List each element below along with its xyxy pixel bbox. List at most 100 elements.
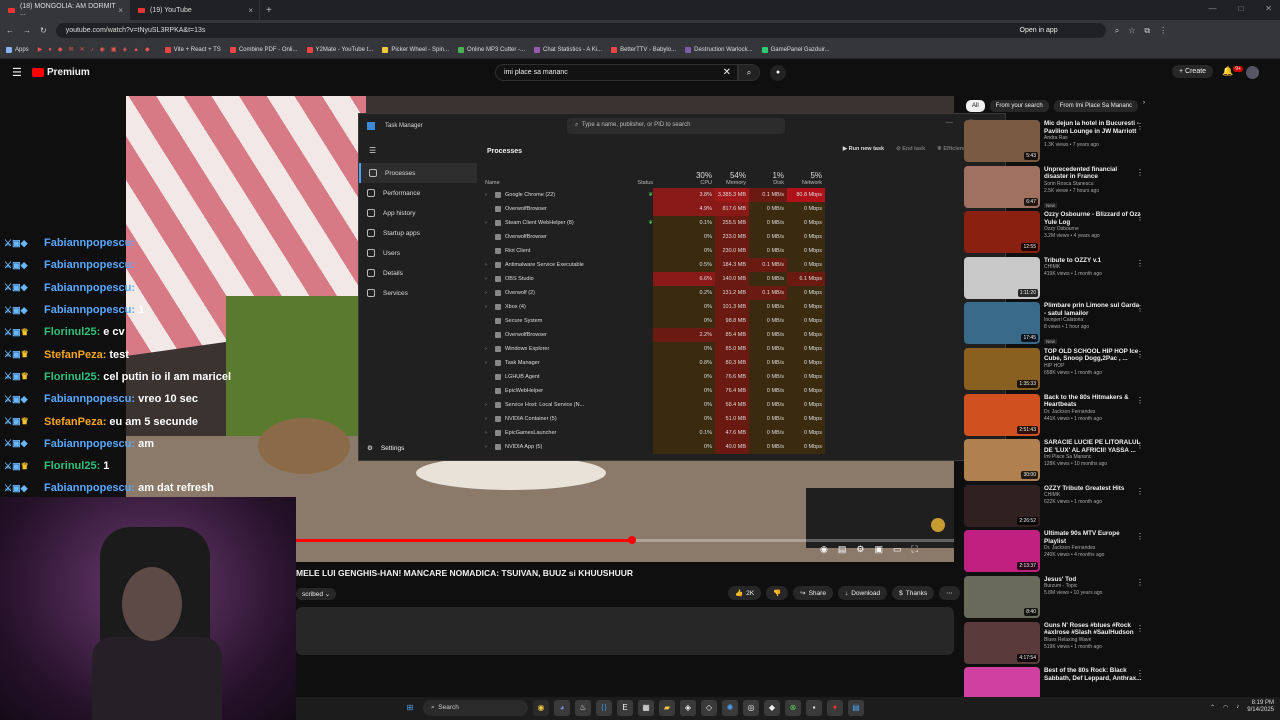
channel-name[interactable]: Burzum - Topic: [1044, 583, 1142, 590]
channel-name[interactable]: Imi Place Sa Mananc: [1044, 454, 1142, 461]
create-button[interactable]: + Create: [1172, 65, 1214, 78]
process-search-input[interactable]: ⌕ Type a name, publisher, or PID to sear…: [567, 118, 785, 134]
expand-chevron-icon[interactable]: ›: [485, 304, 491, 310]
video-title[interactable]: Ultimate 90s MTV Europe Playlist: [1044, 530, 1142, 545]
youtube-logo[interactable]: Premium: [32, 67, 90, 78]
hamburger-menu-icon[interactable]: ☰: [359, 138, 477, 163]
process-row[interactable]: › Google Chrome (22) ❦ 3.8% 3,385.3 MB 0.1 MB…: [483, 188, 1003, 202]
video-title[interactable]: SARACIE LUCIE PE LITORALUL DE 'LUX' AL A…: [1044, 439, 1142, 454]
bookmark-item[interactable]: Vite + React + TS: [164, 46, 221, 53]
expand-chevron-icon[interactable]: ›: [485, 444, 491, 450]
process-row[interactable]: OverwolfBrowser 4.9% 817.6 MB 0 MB/s 0 Mbps: [483, 202, 1003, 216]
bookmark-item[interactable]: Combine PDF - Onli...: [229, 46, 298, 53]
microphone-icon[interactable]: ●: [770, 65, 786, 81]
video-thumbnail[interactable]: 8:40: [964, 575, 1040, 618]
video-title[interactable]: Ozzy Osbourne - Blizzard of Ozz Yule Log: [1044, 211, 1142, 226]
steam-icon[interactable]: ♨: [575, 700, 591, 716]
process-row[interactable]: EpicWebHelper 0% 76.4 MB 0 MB/s 0 Mbps: [483, 384, 1003, 398]
more-options-icon[interactable]: ⋮: [1136, 624, 1144, 633]
more-options-icon[interactable]: ⋮: [1136, 304, 1144, 313]
more-options-icon[interactable]: ⋮: [1136, 350, 1144, 359]
process-row[interactable]: › NVIDIA App (5) 0% 40.0 MB 0 MB/s 0 Mbps: [483, 440, 1003, 454]
reload-icon[interactable]: ↻: [40, 26, 47, 35]
unity-icon[interactable]: ◇: [701, 700, 717, 716]
video-thumbnail[interactable]: 30:00: [964, 439, 1040, 482]
bookmark-apps[interactable]: Apps: [6, 46, 29, 53]
chrome-icon[interactable]: ◉: [533, 700, 549, 716]
expand-chevron-icon[interactable]: ›: [485, 416, 491, 422]
chip-all[interactable]: All: [966, 100, 985, 112]
process-row[interactable]: › Steam Client WebHelper (8) ❦ 0.1% 255.5 MB…: [483, 216, 1003, 230]
extensions-icon[interactable]: ⧉: [1144, 26, 1150, 36]
expand-chevron-icon[interactable]: ›: [485, 192, 491, 198]
more-options-icon[interactable]: ⋮: [1136, 532, 1144, 541]
expand-chevron-icon[interactable]: ›: [485, 276, 491, 282]
bookmark-item[interactable]: Online MP3 Cutter -...: [458, 46, 525, 53]
description-box[interactable]: [296, 607, 954, 655]
notifications-bell-icon[interactable]: 🔔 9+: [1222, 66, 1243, 77]
process-row[interactable]: Riot Client 0% 230.0 MB 0 MB/s 0 Mbps: [483, 244, 1003, 258]
recommended-video[interactable]: 2:13:37 Ultimate 90s MTV Europe Playlist D…: [964, 530, 1144, 576]
chip-from-your-search[interactable]: From your search: [989, 100, 1049, 112]
xbox-icon[interactable]: ⊗: [785, 700, 801, 716]
expand-chevron-icon[interactable]: ›: [485, 360, 491, 366]
channel-name[interactable]: Sorin Rosca Stanescu: [1044, 181, 1142, 188]
process-row[interactable]: › Task Manager 0.8% 80.3 MB 0 MB/s 0 Mbps: [483, 356, 1003, 370]
subscribed-button[interactable]: scribed ⌄: [296, 588, 337, 600]
close-tab-icon[interactable]: ×: [248, 6, 253, 15]
process-row[interactable]: Secure System 0% 98.8 MB 0 MB/s 0 Mbps: [483, 314, 1003, 328]
expand-chevron-icon[interactable]: ›: [485, 430, 491, 436]
hamburger-menu-icon[interactable]: ☰: [12, 66, 22, 79]
maximize-icon[interactable]: □: [1238, 4, 1243, 13]
search-input[interactable]: imi place sa mananc ✕: [495, 64, 738, 81]
bookmark-item[interactable]: Chat Statistics - A Ki...: [534, 46, 602, 53]
app-icon[interactable]: ▪: [806, 700, 822, 716]
video-thumbnail[interactable]: 6:47: [964, 165, 1040, 208]
channel-name[interactable]: Dr. Jackson Fernandes: [1044, 545, 1142, 552]
channel-name[interactable]: CHIMK: [1044, 264, 1142, 271]
video-progress-bar[interactable]: [296, 536, 954, 544]
video-thumbnail[interactable]: 12:55: [964, 211, 1040, 254]
video-title[interactable]: Unprecedented financial disaster in Fran…: [1044, 166, 1142, 181]
process-row[interactable]: OverwolfBrowser 2.2% 85.4 MB 0 MB/s 0 Mbps: [483, 328, 1003, 342]
expand-chevron-icon[interactable]: ›: [485, 290, 491, 296]
scrubber-handle[interactable]: [627, 536, 636, 544]
settings-gear-icon[interactable]: ⚙: [856, 544, 864, 555]
nav-services[interactable]: Services: [359, 283, 477, 303]
url-field[interactable]: youtube.com/watch?v=tNyuSL3RPKA&t=13s Ope…: [55, 23, 1106, 38]
volume-icon[interactable]: ♪: [1236, 704, 1239, 710]
lghub-icon[interactable]: ◈: [680, 700, 696, 716]
video-thumbnail[interactable]: 17:45: [964, 302, 1040, 345]
recommended-video[interactable]: 5:43 Mic dejun la hotel in Bucuresti - Pa…: [964, 120, 1144, 166]
like-button[interactable]: 👍 2K: [728, 586, 762, 600]
video-thumbnail[interactable]: 5:43: [964, 120, 1040, 162]
share-button[interactable]: ↪ Share: [793, 586, 833, 600]
recommended-video[interactable]: 17:45 Plimbare prin Limone sul Garda - sa…: [964, 302, 1144, 348]
subtitles-icon[interactable]: ▤: [838, 544, 847, 555]
video-title[interactable]: Best of the 80s Rock: Black Sabbath, Def…: [1044, 667, 1142, 682]
recommended-video[interactable]: 1:35:33 TOP OLD SCHOOL HIP HOP Ice Cube, …: [964, 347, 1144, 394]
expand-chevron-icon[interactable]: ›: [485, 402, 491, 408]
channel-watermark-icon[interactable]: [931, 518, 945, 532]
recommended-video[interactable]: 30:00 SARACIE LUCIE PE LITORALUL DE 'LUX'…: [964, 439, 1144, 485]
menu-dots-icon[interactable]: ⋮: [1159, 26, 1167, 35]
process-row[interactable]: LGHUB Agent 0% 76.6 MB 0 MB/s 0 Mbps: [483, 370, 1003, 384]
recommended-video[interactable]: 6:47 Unprecedented financial disaster in …: [964, 165, 1144, 212]
bookmark-star-icon[interactable]: ☆: [1128, 26, 1135, 35]
process-row[interactable]: OverwolfBrowser 0% 233.0 MB 0 MB/s 0 Mbps: [483, 230, 1003, 244]
open-in-app-button[interactable]: Open in app: [1020, 27, 1058, 34]
channel-name[interactable]: HIP HOP: [1044, 363, 1142, 370]
network-icon[interactable]: ◠: [1223, 704, 1228, 711]
more-options-icon[interactable]: ⋮: [1136, 441, 1144, 450]
chip-from-channel[interactable]: From Imi Place Sa Mananc: [1053, 100, 1139, 112]
back-icon[interactable]: ←: [6, 26, 14, 35]
calculator-icon[interactable]: ▦: [638, 700, 654, 716]
obs-icon[interactable]: ◎: [743, 700, 759, 716]
browser-tab-youtube[interactable]: (19) YouTube ×: [130, 0, 260, 20]
bookmark-item[interactable]: GamePanel Gazduir...: [761, 46, 830, 53]
expand-chevron-icon[interactable]: ›: [485, 220, 491, 226]
video-title[interactable]: OZZY Tribute Greatest Hits: [1044, 485, 1142, 493]
video-title[interactable]: Guns N' Roses #blues #Rock #axlrose #Sla…: [1044, 622, 1142, 637]
forward-icon[interactable]: →: [23, 26, 31, 35]
video-title[interactable]: Tribute to OZZY v.1: [1044, 257, 1142, 265]
